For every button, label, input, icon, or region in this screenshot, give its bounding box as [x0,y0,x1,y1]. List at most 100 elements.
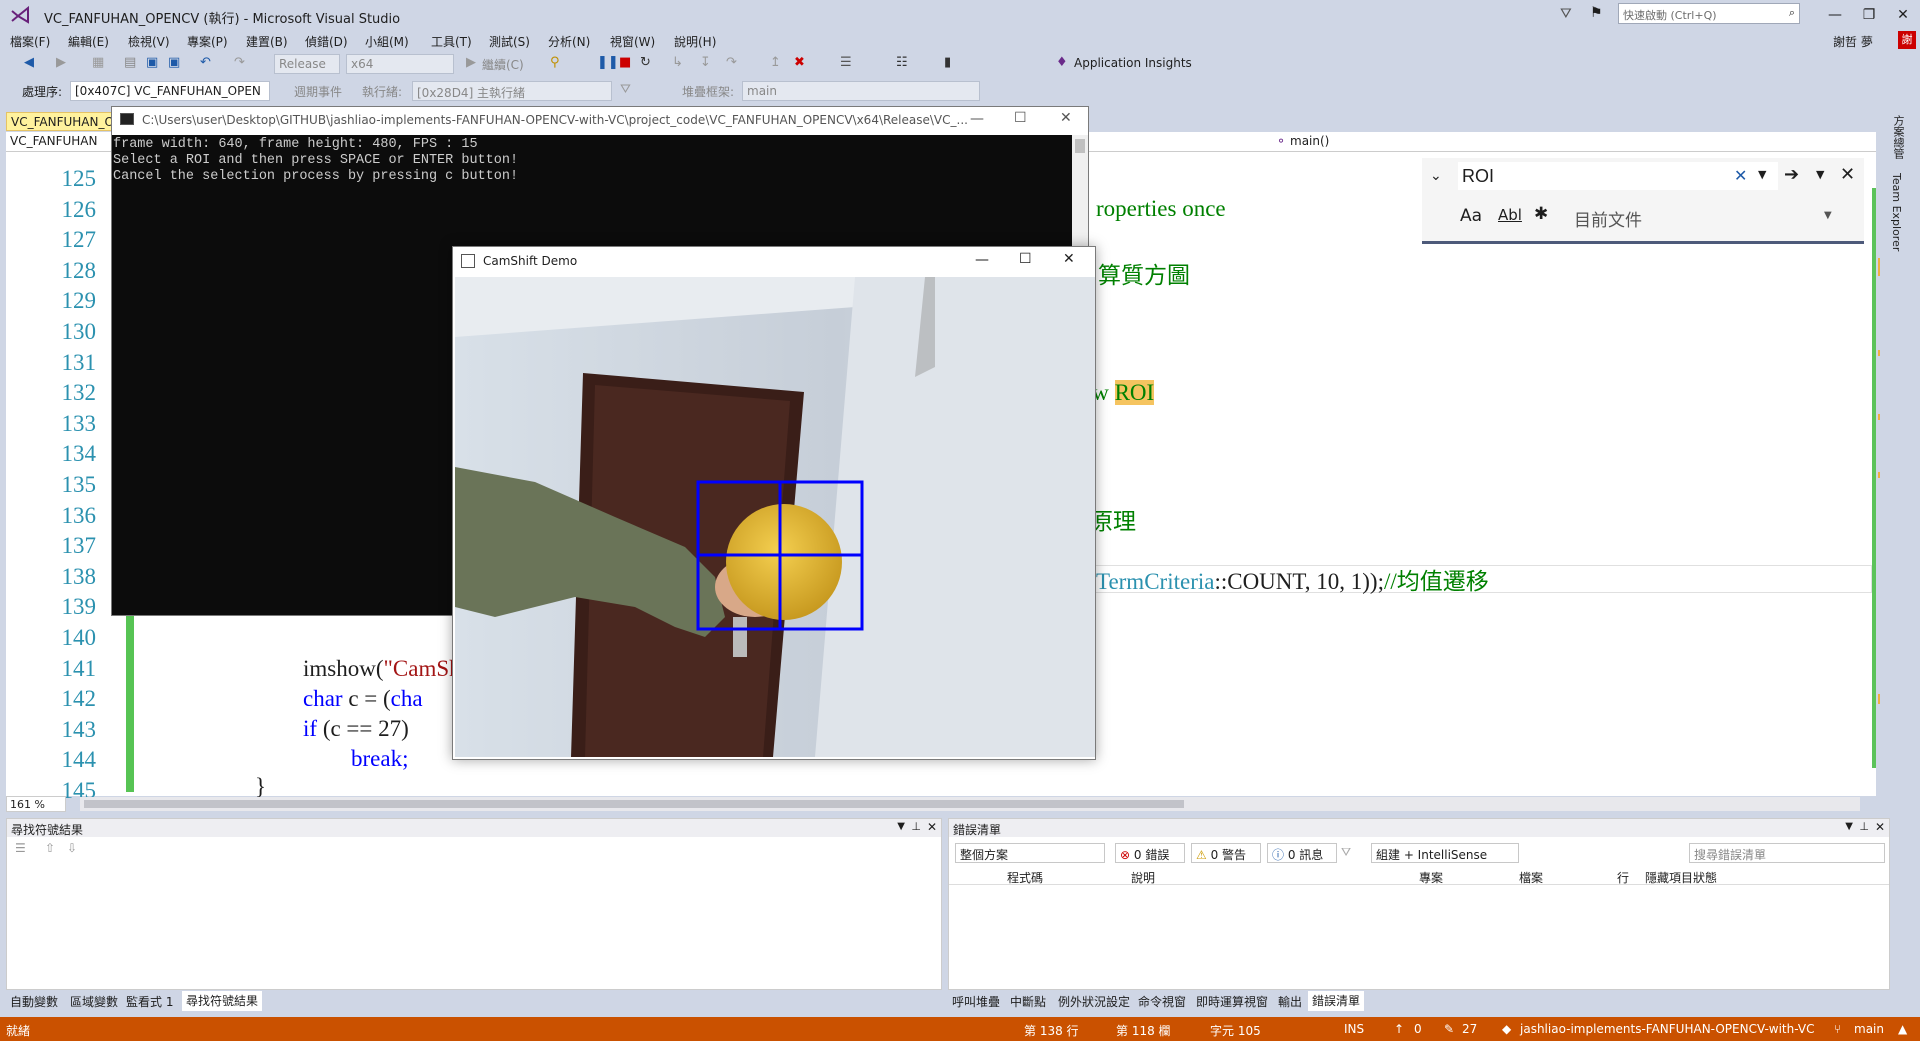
new-project-icon[interactable]: ▦ [92,55,104,70]
step-over-icon[interactable]: ↷ [726,55,737,70]
menu-tools[interactable]: 工具(T) [431,33,472,50]
tab-watch-1[interactable]: 監看式 1 [126,993,173,1010]
save-all-icon[interactable]: ▣ [168,55,180,70]
close-find-icon[interactable]: ✕ [1840,164,1855,185]
stack-frame-select[interactable]: main [742,81,980,101]
col-project[interactable]: 專案 [1419,869,1443,886]
pin-icon[interactable]: ⊥ [1859,820,1869,833]
menu-file[interactable]: 檔案(F) [10,33,50,50]
camshift-maximize-button[interactable]: ☐ [1019,251,1032,267]
build-filter-select[interactable]: 組建 + IntelliSense [1371,843,1519,863]
tab-immediate-window[interactable]: 即時運算視窗 [1196,993,1268,1010]
pin-icon[interactable]: ⊥ [911,820,921,833]
show-next-statement-icon[interactable]: ↳ [672,55,683,70]
camera-frame[interactable] [455,277,1095,757]
col-code[interactable]: 程式碼 [1007,869,1043,886]
filter-icon[interactable]: ⛛ [1560,6,1572,22]
branch-icon[interactable]: ⑂ [1834,1022,1841,1036]
menu-window[interactable]: 視窗(W) [610,33,655,50]
use-regex-icon[interactable]: ✱ [1534,204,1548,224]
camshift-close-button[interactable]: ✕ [1063,251,1075,267]
error-search-input[interactable]: 搜尋錯誤清單 [1689,843,1885,863]
camshift-minimize-button[interactable]: — [975,252,989,268]
status-push-count[interactable]: 0 [1414,1022,1422,1036]
match-case-toggle[interactable]: Aa [1460,206,1482,226]
menu-analyze[interactable]: 分析(N) [548,33,590,50]
repository-icon[interactable]: ◆ [1502,1022,1511,1036]
list-icon[interactable]: ☰ [15,841,26,855]
col-description[interactable]: 說明 [1131,869,1155,886]
back-icon[interactable]: ◀ [24,55,34,70]
tab-breakpoints[interactable]: 中斷點 [1010,993,1046,1010]
close-button[interactable]: ✕ [1886,4,1920,26]
horizontal-scroll-thumb[interactable] [84,800,1184,808]
flag-thread-icon[interactable]: ⛛ [620,82,631,97]
tab-autos[interactable]: 自動變數 [10,993,58,1010]
console-minimize-button[interactable]: — [970,111,984,127]
menu-build[interactable]: 建置(B) [246,33,288,50]
tab-error-list[interactable]: 錯誤清單 [1308,991,1365,1011]
redo-icon[interactable]: ↷ [234,55,245,70]
thread-select[interactable]: [0x28D4] 主執行緒 [412,81,612,101]
application-insights-button[interactable]: Application Insights [1074,56,1192,70]
menu-test[interactable]: 測試(S) [489,33,530,50]
tab-find-symbol-results[interactable]: 尋找符號結果 [182,991,263,1011]
quick-launch-input[interactable]: 快速啟動 (Ctrl+Q) ⌕ [1618,3,1800,24]
notification-icon[interactable]: ⚑ [1590,5,1603,21]
continue-icon[interactable]: ▶ [466,55,476,70]
find-options-icon[interactable]: ▼ [1816,168,1824,181]
exception-settings-icon[interactable]: ✖ [794,55,805,70]
menu-project[interactable]: 專案(P) [187,33,228,50]
prev-result-icon[interactable]: ⇧ [45,841,55,855]
clear-filter-icon[interactable]: ⛛ [1341,845,1351,860]
tab-solution-explorer[interactable]: 方案總管 [1890,115,1906,159]
overview-scrollbar[interactable] [1872,188,1876,768]
push-icon[interactable]: ↑ [1394,1022,1404,1036]
stop-debugging-icon[interactable]: ■ [619,55,631,70]
warnings-filter-button[interactable]: ⚠ 0 警告 [1191,843,1261,863]
continue-button[interactable]: 繼續(C) [482,56,524,73]
platform-select[interactable]: x64 [346,54,454,74]
camshift-window[interactable]: CamShift Demo — ☐ ✕ [452,246,1096,760]
search-scope-select[interactable]: 目前文件 [1574,206,1642,231]
panel-menu-icon[interactable]: ▼ [1845,821,1853,832]
minimize-button[interactable]: — [1818,4,1852,26]
menu-view[interactable]: 檢視(V) [128,33,170,50]
menu-team[interactable]: 小組(M) [365,33,409,50]
find-in-files-icon[interactable]: ⚲ [550,55,560,70]
comment-icon[interactable]: ☰ [840,55,852,70]
col-file[interactable]: 檔案 [1519,869,1543,886]
tab-exception-settings[interactable]: 例外狀況設定 [1058,993,1130,1010]
match-whole-word-toggle[interactable]: Abl [1498,206,1522,224]
process-select[interactable]: [0x407C] VC_FANFUHAN_OPEN [70,81,270,101]
panel-close-icon[interactable]: ✕ [927,820,937,834]
scope-dropdown-icon[interactable]: ▼ [1824,210,1832,221]
forward-icon[interactable]: ▶ [56,55,66,70]
panel-menu-icon[interactable]: ▼ [897,821,905,832]
step-into-icon[interactable]: ↧ [700,55,711,70]
project-dropdown[interactable]: VC_FANFUHAN [10,134,97,148]
tab-output[interactable]: 輸出 [1278,993,1302,1010]
step-out-icon[interactable]: ↥ [770,55,781,70]
errors-filter-button[interactable]: ⊗ 0 錯誤 [1115,843,1185,863]
pending-changes-icon[interactable]: ✎ [1444,1022,1454,1036]
col-suppression[interactable]: 隱藏項目狀態 [1645,869,1717,886]
search-history-icon[interactable]: ▼ [1758,168,1766,181]
console-maximize-button[interactable]: ☐ [1014,110,1027,126]
messages-filter-button[interactable]: ⓘ 0 訊息 [1267,843,1337,863]
console-close-button[interactable]: ✕ [1060,110,1072,126]
break-all-icon[interactable]: ❚❚ [597,55,619,70]
clear-search-icon[interactable]: ✕ [1734,166,1747,185]
restart-icon[interactable]: ↻ [640,55,651,70]
application-insights-icon[interactable]: ♦ [1056,55,1068,70]
save-icon[interactable]: ▣ [146,55,158,70]
col-line[interactable]: 行 [1617,869,1629,886]
undo-icon[interactable]: ↶ [200,55,211,70]
find-input[interactable]: ROI [1458,162,1778,190]
zoom-level-select[interactable]: 161 % [6,796,66,812]
tab-team-explorer[interactable]: Team Explorer [1890,173,1903,251]
bookmark-icon[interactable]: ▮ [944,55,951,70]
menu-help[interactable]: 說明(H) [674,33,716,50]
scope-select[interactable]: 整個方案 [955,843,1105,863]
configuration-select[interactable]: Release [274,54,340,74]
